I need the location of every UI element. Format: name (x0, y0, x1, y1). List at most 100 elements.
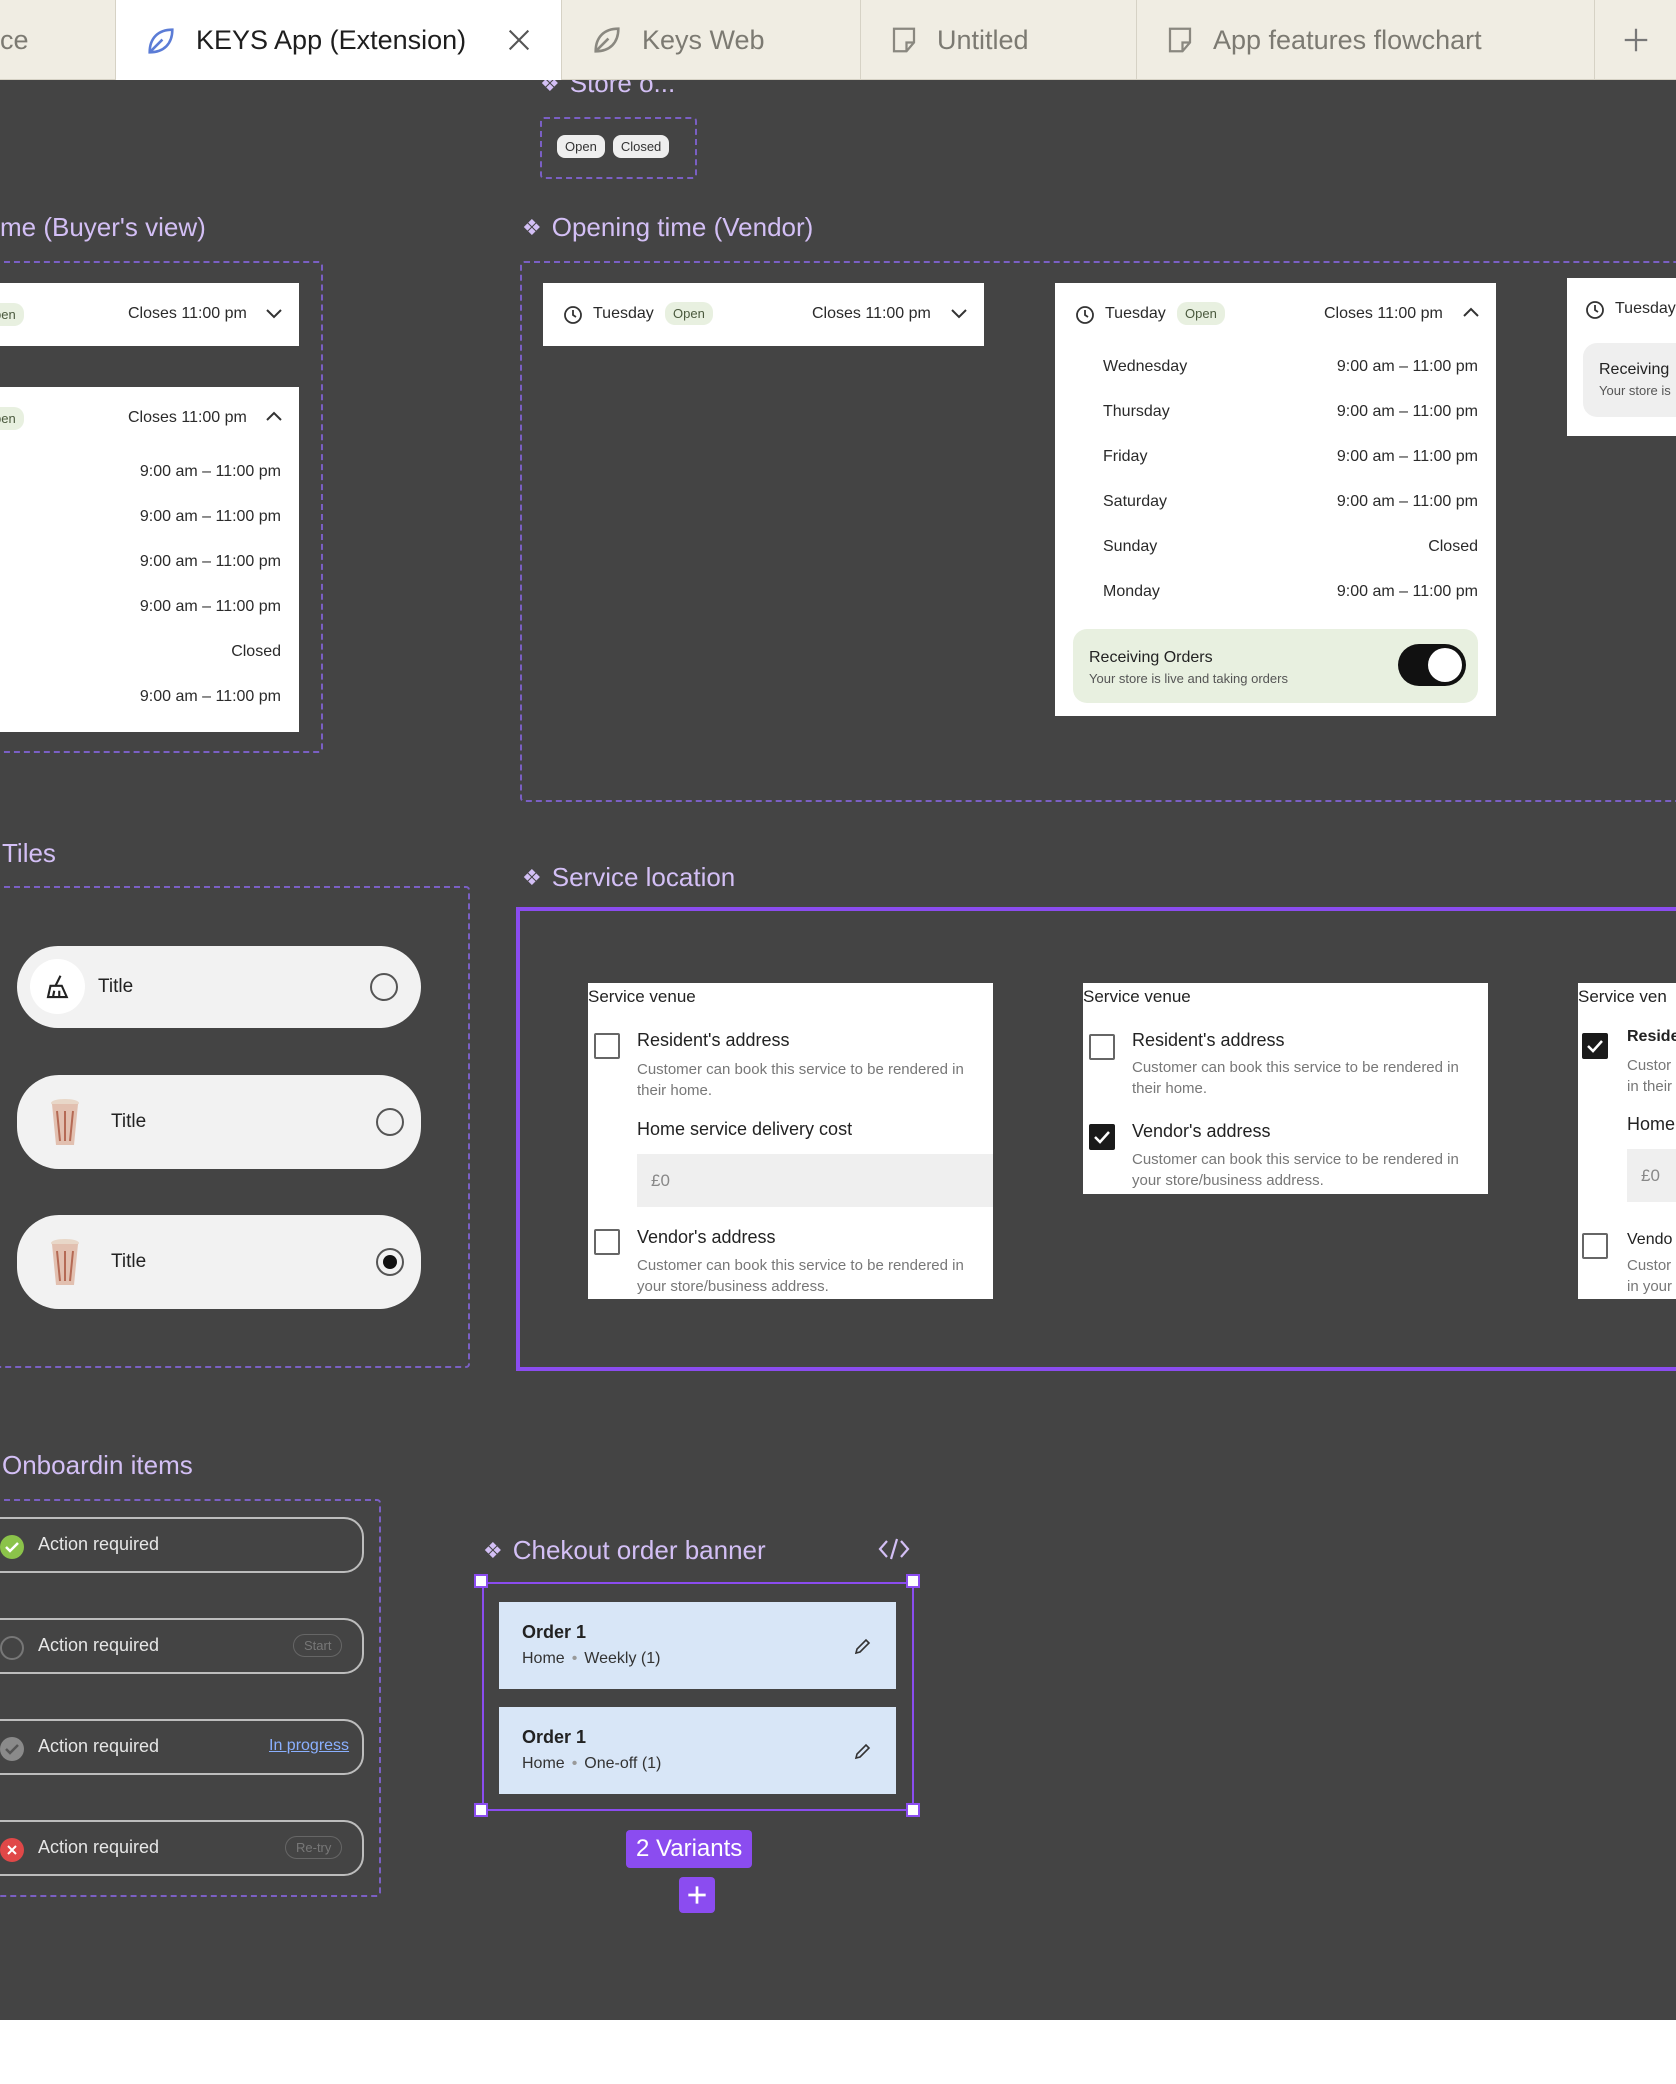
delivery-cost-input[interactable]: £0 (1627, 1149, 1676, 1202)
tiles-title: Tiles (2, 838, 56, 868)
service-location-title: ❖ Service location (522, 862, 736, 892)
leaf-icon (594, 27, 620, 53)
resident-description: Customer can book this service to be ren… (637, 1061, 964, 1099)
tab-previous[interactable]: ce (0, 0, 116, 80)
chevron-up-icon[interactable] (265, 409, 283, 423)
clock-icon (1076, 306, 1094, 324)
resize-handle[interactable] (474, 1574, 488, 1588)
vendor-checkbox[interactable] (594, 1229, 620, 1255)
resident-label: Resident's address (1132, 1030, 1285, 1050)
edit-icon[interactable] (853, 1741, 873, 1761)
tile-item[interactable]: Title (17, 1075, 421, 1169)
day-label: Tuesday (1615, 300, 1676, 317)
receiving-orders-banner: Receiving Your store is (1583, 343, 1676, 417)
vendor-checkbox[interactable] (1582, 1233, 1608, 1259)
code-icon[interactable] (877, 1536, 911, 1562)
check-icon (5, 1744, 19, 1755)
file-icon (892, 27, 916, 53)
closed-pill[interactable]: Closed (612, 135, 670, 158)
retry-button[interactable]: Re-try (285, 1836, 343, 1859)
order-banner[interactable]: Order 1 Home • One-off (1) (499, 1707, 896, 1794)
tab-app-features-flowchart[interactable]: App features flowchart (1137, 0, 1595, 80)
hours-row: Wednesday 9:00 am – 11:00 pm (1103, 358, 1478, 375)
open-pill[interactable]: Open (557, 135, 605, 158)
vendor-checkbox-checked[interactable] (1089, 1124, 1115, 1150)
onboarding-label: Action required (38, 1736, 160, 1756)
add-variant-button[interactable] (679, 1877, 715, 1913)
status-pill: Open (1177, 302, 1225, 325)
delivery-cost-label: Home service delivery cost (637, 1119, 853, 1139)
close-icon[interactable] (505, 26, 533, 54)
tab-keys-web[interactable]: Keys Web (562, 0, 861, 80)
chevron-down-icon[interactable] (265, 307, 283, 321)
start-button[interactable]: Start (293, 1634, 343, 1657)
vendor-hours-partial[interactable]: Tuesday Receiving Your store is (1567, 278, 1676, 436)
in-progress-link[interactable]: In progress (269, 1737, 349, 1755)
radio-button-selected[interactable] (376, 1248, 404, 1276)
order-meta: Home • One-off (1) (522, 1755, 662, 1772)
new-tab-button[interactable] (1595, 0, 1676, 80)
service-venue-card[interactable]: Service venue Resident's address Custome… (1083, 983, 1488, 1194)
vendor-description: Customer can book this service to be ren… (1132, 1151, 1459, 1189)
tile-label: Title (111, 1251, 147, 1272)
vendor-hours-collapsed[interactable]: Tuesday Open Closes 11:00 pm (543, 283, 984, 346)
receiving-toggle[interactable] (1398, 644, 1466, 686)
onboarding-title: Onboardin items (2, 1450, 193, 1480)
onboarding-item[interactable]: Action required Start (0, 1618, 364, 1674)
onboarding-item[interactable]: Action required Re-try (0, 1820, 364, 1876)
edit-icon[interactable] (853, 1636, 873, 1656)
tab-bar: ce KEYS App (Extension) Keys Web Untitle… (0, 0, 1676, 81)
resident-checkbox-checked[interactable] (1582, 1033, 1608, 1059)
order-banner[interactable]: Order 1 Home • Weekly (1) (499, 1602, 896, 1689)
hours-row: 9:00 am – 11:00 pm (139, 553, 281, 570)
clock-icon (564, 306, 582, 324)
vendor-hours-expanded[interactable]: Tuesday Open Closes 11:00 pm Wednesday 9:… (1055, 283, 1496, 716)
onboarding-item[interactable]: Action required In progress (0, 1719, 364, 1775)
hours-row: Friday 9:00 am – 11:00 pm (1103, 448, 1478, 465)
onboarding-item[interactable]: Action required (0, 1517, 364, 1573)
resident-checkbox[interactable] (594, 1033, 620, 1059)
check-icon (1094, 1131, 1110, 1144)
design-canvas[interactable]: ❖ Store o... Open Closed me (Buyer's vie… (0, 80, 1676, 2020)
hours-row: Thursday 9:00 am – 11:00 pm (1103, 403, 1478, 420)
component-icon: ❖ (483, 1537, 503, 1563)
component-icon: ❖ (540, 80, 560, 96)
service-venue-card-partial[interactable]: Service ven Reside Custor in their Home … (1578, 983, 1676, 1299)
empty-circle-icon (0, 1636, 24, 1660)
chevron-up-icon[interactable] (1462, 305, 1480, 319)
variants-label[interactable]: 2 Variants (626, 1830, 753, 1868)
buyer-hours-expanded[interactable]: pen Closes 11:00 pm 9:00 am – 11:00 pm 9… (0, 387, 299, 732)
store-status-pills: Open Closed (557, 135, 670, 158)
delivery-cost-input[interactable]: £0 (637, 1154, 993, 1207)
cost-placeholder: £0 (651, 1171, 670, 1190)
tile-item[interactable]: Title (17, 1215, 421, 1309)
radio-button[interactable] (376, 1108, 404, 1136)
tab-untitled[interactable]: Untitled (861, 0, 1137, 80)
leaf-icon (148, 27, 174, 54)
receiving-orders-banner: Receiving Orders Your store is live and … (1073, 629, 1478, 703)
resize-handle[interactable] (474, 1803, 488, 1817)
store-open-title: ❖ Store o... (540, 80, 675, 99)
hours-row: Saturday 9:00 am – 11:00 pm (1103, 493, 1478, 510)
resize-handle[interactable] (906, 1574, 920, 1588)
buyer-hours-collapsed[interactable]: pen Closes 11:00 pm (0, 283, 299, 346)
resident-checkbox[interactable] (1089, 1034, 1115, 1060)
venue-label: Service venue (1083, 987, 1191, 1006)
toggle-knob (1428, 648, 1462, 682)
service-venue-card[interactable]: Service venue Resident's address Custome… (588, 983, 993, 1299)
onboarding-label: Action required (38, 1635, 160, 1655)
x-icon (7, 1845, 17, 1855)
tile-icon-wrap (30, 959, 85, 1014)
hours-row: Monday 9:00 am – 11:00 pm (1103, 583, 1478, 600)
cup-icon (51, 1239, 79, 1285)
resident-description: Customer can book this service to be ren… (1132, 1059, 1459, 1097)
tile-item[interactable]: Title (17, 946, 421, 1028)
tab-label: KEYS App (Extension) (196, 25, 467, 55)
venue-label: Service venue (588, 987, 696, 1006)
separator-dot: • (571, 1755, 578, 1772)
tab-keys-app-extension[interactable]: KEYS App (Extension) (116, 0, 562, 81)
chevron-down-icon[interactable] (950, 307, 968, 321)
resize-handle[interactable] (906, 1803, 920, 1817)
tile-label: Title (98, 976, 134, 997)
radio-button[interactable] (370, 973, 398, 1001)
